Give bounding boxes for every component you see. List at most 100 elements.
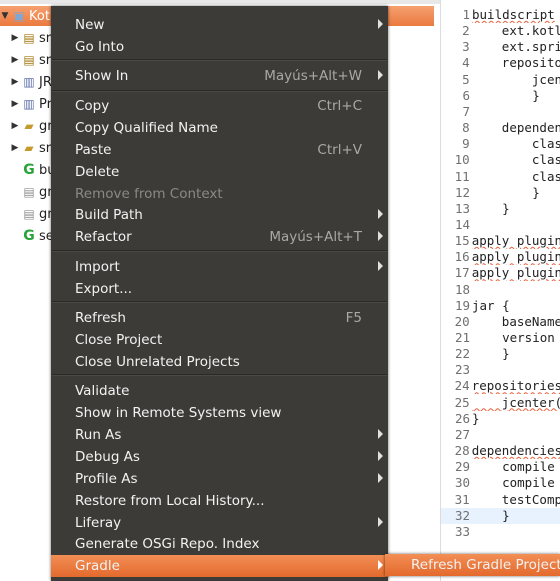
menu-item-refresh-gradle-project[interactable]: Refresh Gradle Project [385,554,560,576]
code-line[interactable]: 28 dependencies [441,443,560,459]
collapse-arrow-icon[interactable]: ▶ [10,77,20,87]
line-number: 7 [462,103,470,119]
tree-item[interactable]: ▤ gr [20,203,52,225]
gradle-file-icon: G [23,162,35,178]
code-text: } [472,184,540,200]
code-line[interactable]: 13 } [441,201,560,217]
code-line[interactable]: 4 reposito [441,55,560,71]
menu-item-delete[interactable]: Delete [51,161,388,183]
code-line[interactable]: 21 version [441,330,560,346]
menu-item-profile-as[interactable]: Profile As [51,468,388,490]
code-line[interactable]: 10 clas [441,152,560,168]
menu-item-liferay[interactable]: Liferay [51,512,388,534]
menu-item-shortcut: Ctrl+V [317,142,362,158]
menu-item-label: Close Project [75,332,163,348]
code-line[interactable]: 22 } [441,346,560,362]
code-text: jcen [471,71,560,87]
menu-item-export[interactable]: Export... [51,278,388,300]
code-line[interactable]: 31 testComp [441,492,560,508]
tree-item-project[interactable]: ▼ ▣ Kotli [0,5,58,27]
code-line[interactable]: 14 [441,217,560,233]
code-line[interactable]: 3 ext.spri [441,39,560,55]
tree-item[interactable]: ▶ ▥ JR [10,71,52,93]
tree-item[interactable]: ▶ ▤ sr [10,27,52,49]
line-number: 19 [454,297,470,313]
menu-item-close-project[interactable]: Close Project [51,329,388,351]
code-line[interactable]: 24 repositories [441,378,560,394]
submenu-arrow-icon [378,473,383,483]
menu-item-show-in-remote-systems-view[interactable]: Show in Remote Systems view [51,402,388,424]
code-line[interactable]: 1 buildscript [441,7,560,23]
menu-item-copy[interactable]: Copy Ctrl+C [51,95,388,117]
code-line[interactable]: 5 jcen [441,72,560,88]
tree-item[interactable]: G se [20,225,54,247]
menu-item-import[interactable]: Import [51,256,388,278]
collapse-arrow-icon[interactable]: ▶ [10,55,20,65]
line-number: 12 [454,184,470,200]
code-line[interactable]: 15 apply plugin [441,233,560,249]
menu-item-label: Show in Remote Systems view [75,405,282,421]
menu-item-restore-from-local-history[interactable]: Restore from Local History... [51,490,388,512]
collapse-arrow-icon[interactable]: ▶ [10,33,20,43]
code-line[interactable]: 2 ext.kotl [441,23,560,39]
tree-item[interactable]: ▶ ▰ sr [10,137,52,159]
menu-item-label: New [75,17,105,33]
menu-item-label: Validate [75,383,130,399]
gradle-submenu: Refresh Gradle Project [385,554,560,576]
menu-item-go-into[interactable]: Go Into [51,36,388,58]
tree-item[interactable]: ▤ gr [20,181,52,203]
tree-item[interactable]: ▶ ▥ Pr [10,93,52,115]
menu-item-show-in[interactable]: Show In Mayús+Alt+W [51,65,388,87]
code-line[interactable]: 23 [441,362,560,378]
code-line[interactable]: 25 jcenter( [441,395,560,411]
menu-item-refactor[interactable]: Refactor Mayús+Alt+T [51,226,388,248]
line-number: 9 [462,136,470,152]
menu-item-new[interactable]: New [51,14,388,36]
file-icon: ▤ [23,207,35,221]
code-line[interactable]: 32 } [441,507,560,524]
line-number: 21 [454,330,470,345]
menu-item-label: Generate OSGi Repo. Index [75,536,260,552]
menu-item-gradle[interactable]: Gradle [51,555,388,577]
submenu-arrow-icon [378,517,383,527]
menu-item-build-path[interactable]: Build Path [51,204,388,226]
collapse-arrow-icon[interactable]: ▶ [10,121,20,131]
menu-separator [52,59,387,61]
code-line[interactable]: 7 [441,104,560,120]
collapse-arrow-icon[interactable]: ▶ [10,143,20,153]
context-menu: New Go Into Show In Mayús+Alt+W Copy Ctrl+C Co… [51,6,388,581]
collapse-arrow-icon[interactable]: ▶ [10,99,20,109]
menu-item-debug-as[interactable]: Debug As [51,446,388,468]
code-line[interactable]: 30 compile [441,475,560,491]
menu-item-label: Go Into [75,39,125,55]
folder-icon: ▰ [24,141,34,155]
menu-item-copy-qualified-name[interactable]: Copy Qualified Name [51,117,388,139]
menu-item-run-as[interactable]: Run As [51,424,388,446]
code-line[interactable]: 11 clas [441,169,560,185]
code-line[interactable]: 33 [441,524,560,540]
code-line[interactable]: 16 apply plugin [441,249,560,265]
tree-item-label: sr [39,140,52,156]
code-line[interactable]: 20 baseName [441,314,560,330]
menu-item-paste[interactable]: Paste Ctrl+V [51,139,388,161]
code-line[interactable]: 9 clas [441,136,560,152]
submenu-arrow-icon [378,560,383,570]
code-editor[interactable]: 1 buildscript 2 ext.kotl 3 ext.spri 4 reposi… [440,0,560,581]
code-line[interactable]: 26} [441,411,560,427]
code-line[interactable]: 12 } [441,185,560,201]
code-line[interactable]: 17 apply plugin [441,265,560,281]
code-line[interactable]: 27 [441,427,560,443]
menu-separator [52,90,387,92]
code-line[interactable]: 29 compile [441,459,560,475]
menu-item-generate-osgi-repo-index[interactable]: Generate OSGi Repo. Index [51,533,388,555]
menu-item-validate[interactable]: Validate [51,380,388,402]
expand-arrow-icon[interactable]: ▼ [0,11,10,21]
code-line[interactable]: 8 dependen [441,120,560,136]
tree-item[interactable]: ▶ ▤ sr [10,49,52,71]
code-line[interactable]: 6 } [441,88,560,104]
code-line[interactable]: 18 [441,282,560,298]
menu-item-close-unrelated-projects[interactable]: Close Unrelated Projects [51,351,388,373]
code-line[interactable]: 19 jar { [441,298,560,314]
tree-item[interactable]: ▶ ▰ gr [10,115,53,137]
menu-item-refresh[interactable]: Refresh F5 [51,307,388,329]
